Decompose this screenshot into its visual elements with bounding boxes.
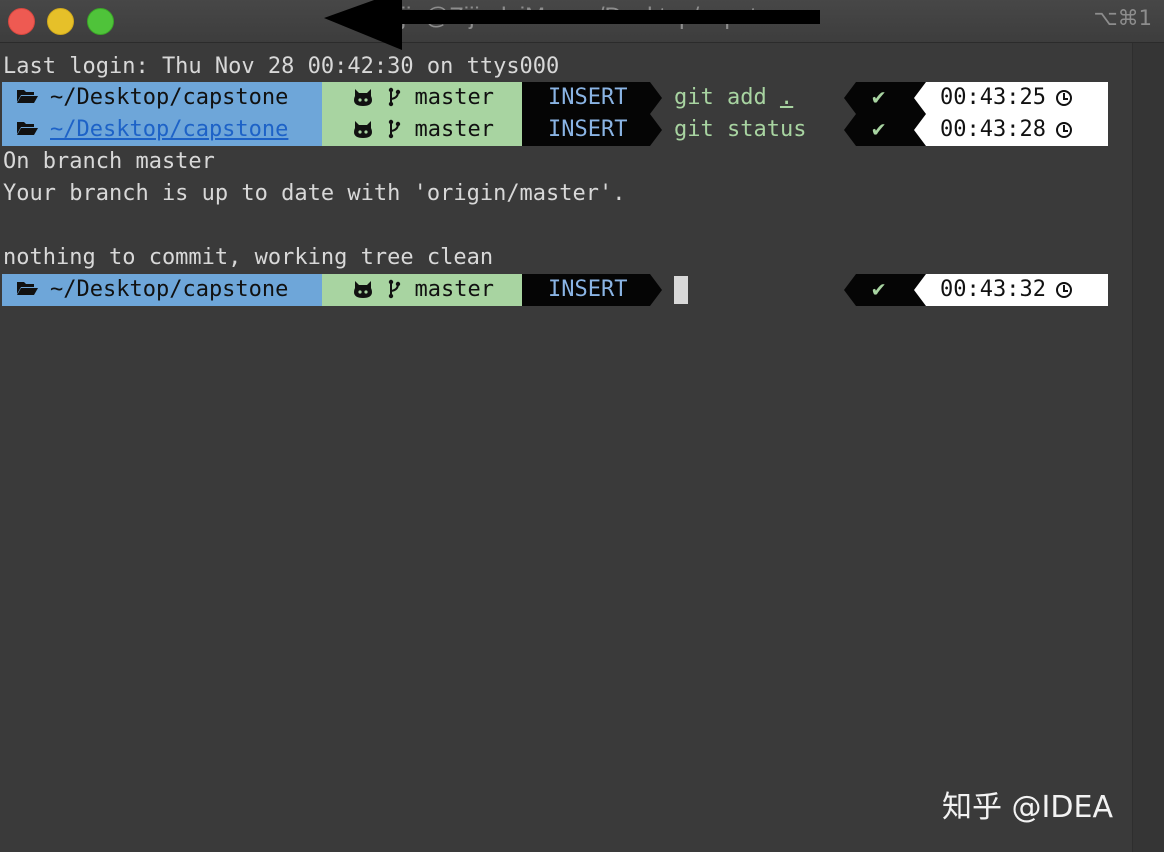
output-line: nothing to commit, working tree clean (3, 245, 494, 270)
prompt-line: ~/Desktop/capstone master INSERT ✔ 00:43… (2, 274, 1108, 306)
prompt-dir: ~/Desktop/capstone (50, 85, 289, 110)
folder-open-icon (16, 274, 38, 306)
last-login-line: Last login: Thu Nov 28 00:42:30 on ttys0… (3, 54, 560, 79)
prompt-line: ~/Desktop/capstone master INSERT git add… (2, 82, 1108, 114)
clock-icon (1055, 90, 1072, 106)
window-titlebar: zijia@ZijiadeiMac: ~/Desktop/capstone ⌥⌘… (0, 0, 1164, 50)
prompt-time-segment: 00:43:25 (926, 82, 1108, 114)
close-window-button[interactable] (8, 8, 35, 35)
prompt-git-segment: master (322, 114, 522, 146)
prompt-time-segment: 00:43:28 (926, 114, 1108, 146)
prompt-dir: ~/Desktop/capstone (50, 277, 289, 302)
window-shortcut: ⌥⌘1 (1093, 6, 1152, 30)
prompt-git-segment: master (322, 274, 522, 306)
prompt-command: git add . (674, 85, 794, 110)
github-icon (352, 85, 374, 110)
zoom-window-button[interactable] (87, 8, 114, 35)
prompt-line: ~/Desktop/capstone master INSERT git sta… (2, 114, 1108, 146)
prompt-mode: INSERT (522, 82, 650, 114)
terminal-cursor[interactable] (674, 276, 688, 304)
scrollbar[interactable] (1132, 43, 1164, 852)
github-icon (352, 277, 374, 302)
git-branch-icon (387, 85, 401, 110)
clock-icon (1055, 122, 1072, 138)
output-line: On branch master (3, 149, 215, 174)
prompt-dir-link[interactable]: ~/Desktop/capstone (50, 117, 288, 142)
prompt-dir-segment: ~/Desktop/capstone (2, 82, 322, 114)
prompt-mode: INSERT (522, 114, 650, 146)
prompt-mode: INSERT (522, 274, 650, 306)
prompt-branch: master (414, 117, 494, 142)
clock-icon (1055, 282, 1072, 298)
folder-open-icon (16, 114, 38, 146)
prompt-dir-segment: ~/Desktop/capstone (2, 114, 322, 146)
terminal-output[interactable]: Last login: Thu Nov 28 00:42:30 on ttys0… (0, 50, 1132, 850)
folder-open-icon (16, 82, 38, 114)
git-branch-icon (387, 277, 401, 302)
watermark: 知乎 @IDEA (942, 790, 1113, 825)
output-line: Your branch is up to date with 'origin/m… (3, 181, 626, 206)
prompt-branch: master (414, 277, 494, 302)
prompt-git-segment: master (322, 82, 522, 114)
prompt-branch: master (414, 85, 494, 110)
prompt-time: 00:43:32 (940, 277, 1046, 302)
prompt-dir-segment: ~/Desktop/capstone (2, 274, 322, 306)
github-icon (352, 117, 374, 142)
git-branch-icon (387, 117, 401, 142)
minimize-window-button[interactable] (47, 8, 74, 35)
prompt-time: 00:43:25 (940, 85, 1046, 110)
prompt-time-segment: 00:43:32 (926, 274, 1108, 306)
prompt-time: 00:43:28 (940, 117, 1046, 142)
prompt-command: git status (674, 117, 807, 142)
